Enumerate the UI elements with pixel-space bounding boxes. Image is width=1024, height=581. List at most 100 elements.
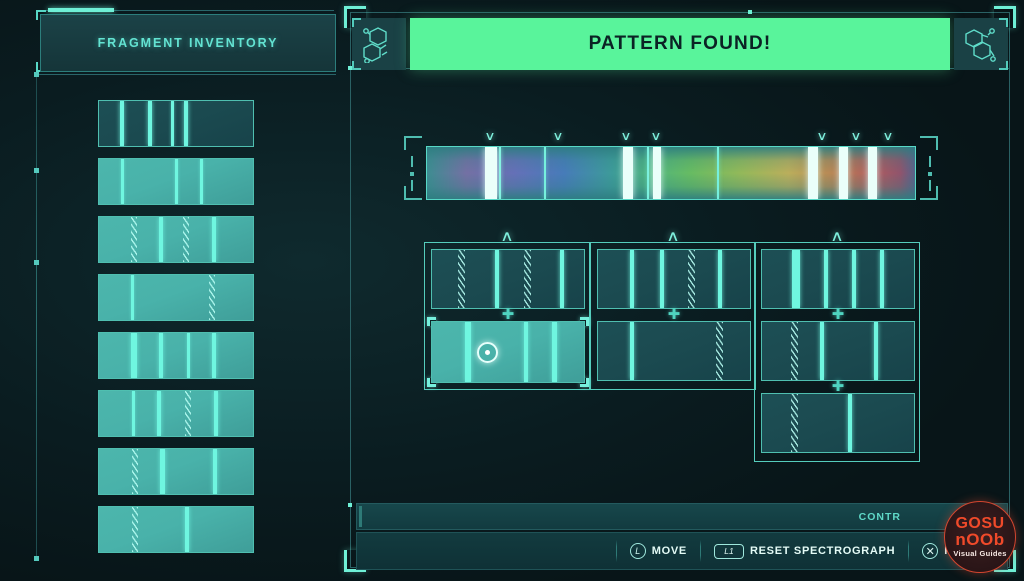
spectral-band [131, 333, 137, 378]
spectral-band [159, 333, 163, 378]
inventory-fragment-6[interactable] [98, 390, 254, 437]
spectrograph-strip[interactable] [426, 146, 916, 200]
spectrograph-peak [623, 147, 633, 199]
slot-1-1[interactable] [431, 249, 585, 309]
watermark-line-3: Visual Guides [953, 549, 1007, 558]
fragment-inventory-list[interactable] [98, 100, 254, 564]
spectral-band [552, 322, 557, 382]
spectral-band [792, 250, 800, 308]
controls-tab-bar[interactable]: CONTR [356, 503, 1008, 530]
spectral-band [185, 391, 191, 436]
spectral-band [688, 250, 695, 308]
corner-bracket-icon [352, 18, 361, 27]
spectral-band [159, 217, 163, 262]
divider-node [34, 72, 39, 77]
corner-bracket-icon [999, 61, 1008, 70]
spectral-band [160, 449, 165, 494]
slot-2-1[interactable] [597, 249, 751, 309]
corner-bracket-icon [404, 186, 422, 200]
spectral-band [524, 322, 528, 382]
molecule-icon-right-container [954, 18, 1008, 70]
chevron-down-icon: ∨ [882, 129, 894, 143]
spectral-band [213, 449, 217, 494]
slot-2-2[interactable] [597, 321, 751, 381]
spectral-band [121, 159, 124, 204]
panel-frame-line-bottom [38, 74, 336, 75]
corner-bracket-icon [920, 136, 938, 150]
chevron-up-icon: ∧ [830, 228, 844, 245]
slot-3-3[interactable] [761, 393, 915, 453]
molecule-icon [965, 28, 996, 62]
column-1[interactable]: ✚ [424, 242, 590, 390]
hint-reset[interactable]: L1 RESET SPECTROGRAPH [701, 543, 908, 559]
inventory-fragment-3[interactable] [98, 216, 254, 263]
inventory-fragment-2[interactable] [98, 158, 254, 205]
spectral-band [495, 250, 499, 308]
button-hint-bar: LMOVEL1RESET SPECTROGRAPH✕PLACE [356, 532, 1008, 570]
hint-move[interactable]: L MOVE [617, 543, 700, 559]
fragment-inventory-title: FRAGMENT INVENTORY [97, 36, 279, 50]
inventory-fragment-8[interactable] [98, 506, 254, 553]
spectrograph-panel[interactable]: ∨ ∨ ∨ ∨ ∨ ∨ ∨ [404, 128, 938, 210]
inventory-fragment-1[interactable] [98, 100, 254, 147]
spectrograph-peak [808, 147, 818, 199]
spectrograph-peak [839, 147, 848, 199]
slot-3-2[interactable] [761, 321, 915, 381]
inventory-fragment-5[interactable] [98, 332, 254, 379]
spectral-band [660, 250, 664, 308]
spectral-band [791, 394, 798, 452]
fragment-surface [99, 333, 253, 378]
divider-node [34, 260, 39, 265]
spectrograph-separator [544, 147, 546, 199]
spectral-band [214, 391, 218, 436]
inventory-fragment-7[interactable] [98, 448, 254, 495]
corner-bracket-icon [352, 61, 361, 70]
spectral-band [824, 250, 828, 308]
chevron-up-icon: ∧ [666, 228, 680, 245]
slot-1-2[interactable] [431, 321, 585, 383]
chevron-down-icon: ∨ [484, 129, 496, 143]
spectrograph-peak [868, 147, 877, 199]
chevron-down-icon: ∨ [552, 129, 564, 143]
controls-label: CONTR [858, 510, 901, 523]
spectral-band [880, 250, 884, 308]
spectral-band [791, 322, 798, 380]
header-bar: PATTERN FOUND! [352, 18, 1008, 70]
cursor-ring[interactable] [477, 342, 498, 363]
divider-node [34, 168, 39, 173]
spectral-band [187, 333, 190, 378]
spectral-band [157, 391, 161, 436]
fragment-surface [762, 394, 914, 452]
spectrograph-bands [427, 147, 915, 199]
spectral-band [820, 322, 824, 380]
fragment-surface [762, 322, 914, 380]
column-3[interactable]: ✚ ✚ [754, 242, 920, 462]
spectral-band [120, 101, 124, 146]
button-glyph-stick: L [629, 543, 646, 559]
spectral-band [874, 322, 878, 380]
plus-icon: ✚ [831, 306, 845, 323]
spectral-band [184, 101, 188, 146]
plus-icon: ✚ [831, 378, 845, 395]
watermark-line-2: nOOb [955, 530, 1005, 549]
chevron-down-icon: ∨ [620, 129, 632, 143]
spectral-band [524, 250, 531, 308]
chevron-down-icon: ∨ [650, 129, 662, 143]
spectral-band [200, 159, 203, 204]
fragment-surface [598, 322, 750, 380]
fragment-surface [99, 507, 253, 552]
fragment-surface [99, 275, 253, 320]
chevron-up-icon: ∧ [500, 228, 514, 245]
slot-3-1[interactable] [761, 249, 915, 309]
spectrograph-peak [485, 147, 497, 199]
fragment-surface [99, 449, 253, 494]
spectral-band [560, 250, 564, 308]
spectrograph-peak [653, 147, 661, 199]
spectral-band [848, 394, 852, 452]
panel-accent-tick [48, 8, 114, 12]
inventory-fragment-4[interactable] [98, 274, 254, 321]
spectral-band [212, 333, 216, 378]
fragment-surface [598, 250, 750, 308]
column-2[interactable]: ✚ [590, 242, 756, 390]
fragment-inventory-header: FRAGMENT INVENTORY [40, 14, 336, 72]
